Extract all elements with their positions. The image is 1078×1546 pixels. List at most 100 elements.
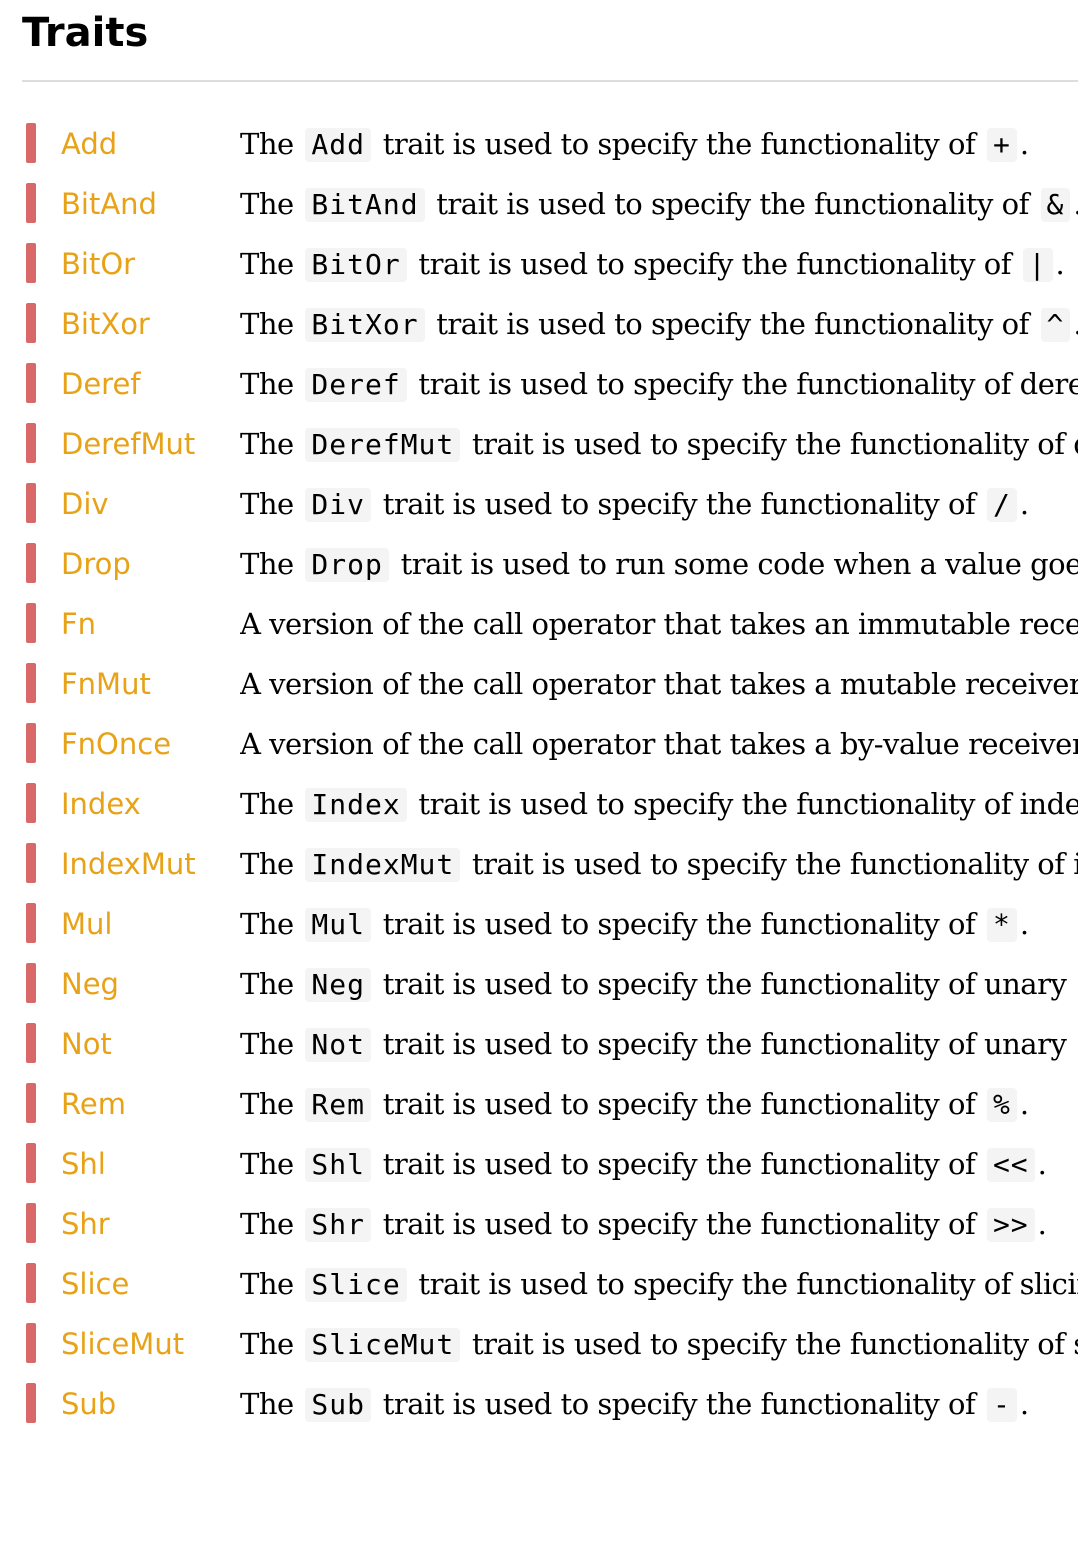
description-text: A version of the call operator that take… [240,727,1078,761]
trait-row: Not The Not trait is used to specify the … [22,1018,1078,1078]
description-punct: . [1019,487,1029,521]
description-text: trait is used to specify the functionali… [418,787,1078,821]
row-marker [26,1083,36,1123]
trait-link-fnonce[interactable]: FnOnce [61,724,171,764]
trait-description: A version of the call operator that take… [240,604,1078,644]
code-span: Sub [305,1388,371,1422]
code-span: Deref [305,368,407,402]
trait-list: Add The Add trait is used to specify the … [22,118,1078,1438]
description-punct: . [1019,907,1029,941]
trait-row: Deref The Deref trait is used to specify … [22,358,1078,418]
code-span: Rem [305,1088,371,1122]
description-text: The [240,1087,294,1121]
description-text: The [240,907,294,941]
trait-link-mul[interactable]: Mul [61,904,112,944]
description-text: The [240,1147,294,1181]
row-marker [26,183,36,223]
description-punct: . [1037,1147,1047,1181]
trait-link-indexmut[interactable]: IndexMut [61,844,196,884]
trait-description: The Shl trait is used to specify the fun… [240,1144,1078,1184]
trait-link-rem[interactable]: Rem [61,1084,126,1124]
trait-link-index[interactable]: Index [61,784,141,824]
description-text: trait is used to specify the functionali… [436,187,1029,221]
row-marker [26,1203,36,1243]
trait-link-fn[interactable]: Fn [61,604,96,644]
row-marker [26,903,36,943]
description-text: The [240,127,294,161]
trait-link-shl[interactable]: Shl [61,1144,106,1184]
code-span: Mul [305,908,371,942]
trait-description: The Div trait is used to specify the fun… [240,484,1078,524]
description-text: The [240,427,294,461]
description-text: The [240,187,294,221]
row-marker [26,843,36,883]
row-marker [26,603,36,643]
trait-link-sub[interactable]: Sub [61,1384,116,1424]
row-marker [26,783,36,823]
description-punct: . [1037,1207,1047,1241]
trait-description: A version of the call operator that take… [240,724,1078,764]
trait-description: The Add trait is used to specify the fun… [240,124,1078,164]
trait-link-add[interactable]: Add [61,124,117,164]
trait-description: The Index trait is used to specify the f… [240,784,1078,824]
description-text: trait is used to specify the functionali… [418,1267,1078,1301]
code-span: Drop [305,548,389,582]
trait-description: The BitXor trait is used to specify the … [240,304,1078,344]
trait-link-deref[interactable]: Deref [61,364,141,404]
description-text: The [240,1267,294,1301]
description-text: trait is used to specify the functionali… [382,1027,1067,1061]
trait-row: Shr The Shr trait is used to specify the … [22,1198,1078,1258]
row-marker [26,543,36,583]
page-title: Traits [22,10,149,56]
code-span: Div [305,488,371,522]
description-text: trait is used to specify the functionali… [471,847,1078,881]
trait-row: Neg The Neg trait is used to specify the … [22,958,1078,1018]
trait-link-bitand[interactable]: BitAnd [61,184,157,224]
description-text: The [240,1387,294,1421]
trait-link-bitxor[interactable]: BitXor [61,304,150,344]
trait-link-not[interactable]: Not [61,1024,112,1064]
code-span: Slice [305,1268,407,1302]
trait-link-drop[interactable]: Drop [61,544,131,584]
trait-link-derefmut[interactable]: DerefMut [61,424,195,464]
trait-description: The SliceMut trait is used to specify th… [240,1324,1078,1364]
trait-description: The BitAnd trait is used to specify the … [240,184,1078,224]
operator-code: - [986,1388,1017,1422]
row-marker [26,483,36,523]
description-text: The [240,487,294,521]
trait-row: SliceMut The SliceMut trait is used to sp… [22,1318,1078,1378]
trait-link-slicemut[interactable]: SliceMut [61,1324,184,1364]
trait-row: Index The Index trait is used to specify … [22,778,1078,838]
code-span: BitOr [305,248,407,282]
operator-code: & [1040,188,1071,222]
description-text: trait is used to specify the functionali… [382,1147,976,1181]
trait-link-shr[interactable]: Shr [61,1204,110,1244]
trait-row: DerefMut The DerefMut trait is used to sp… [22,418,1078,478]
code-span: SliceMut [305,1328,461,1362]
trait-description: The Sub trait is used to specify the fun… [240,1384,1078,1424]
description-text: The [240,247,294,281]
row-marker [26,423,36,463]
description-text: trait is used to specify the functionali… [471,1327,1078,1361]
trait-link-neg[interactable]: Neg [61,964,119,1004]
trait-description: The Drop trait is used to run some code … [240,544,1078,584]
trait-row: Rem The Rem trait is used to specify the … [22,1078,1078,1138]
trait-row: IndexMut The IndexMut trait is used to sp… [22,838,1078,898]
description-text: trait is used to specify the functionali… [382,1207,976,1241]
trait-link-div[interactable]: Div [61,484,109,524]
row-marker [26,1263,36,1303]
trait-row: Add The Add trait is used to specify the … [22,118,1078,178]
trait-link-fnmut[interactable]: FnMut [61,664,151,704]
trait-description: The Shr trait is used to specify the fun… [240,1204,1078,1244]
trait-description: The Not trait is used to specify the fun… [240,1024,1078,1064]
code-span: BitAnd [305,188,425,222]
trait-link-slice[interactable]: Slice [61,1264,129,1304]
trait-description: The Neg trait is used to specify the fun… [240,964,1078,1004]
trait-link-bitor[interactable]: BitOr [61,244,135,284]
trait-row: FnOnce A version of the call operator tha… [22,718,1078,778]
description-text: trait is used to specify the functionali… [382,1387,976,1421]
trait-description: The IndexMut trait is used to specify th… [240,844,1078,884]
trait-row: Fn A version of the call operator that ta… [22,598,1078,658]
description-text: The [240,1327,294,1361]
trait-description: The Mul trait is used to specify the fun… [240,904,1078,944]
